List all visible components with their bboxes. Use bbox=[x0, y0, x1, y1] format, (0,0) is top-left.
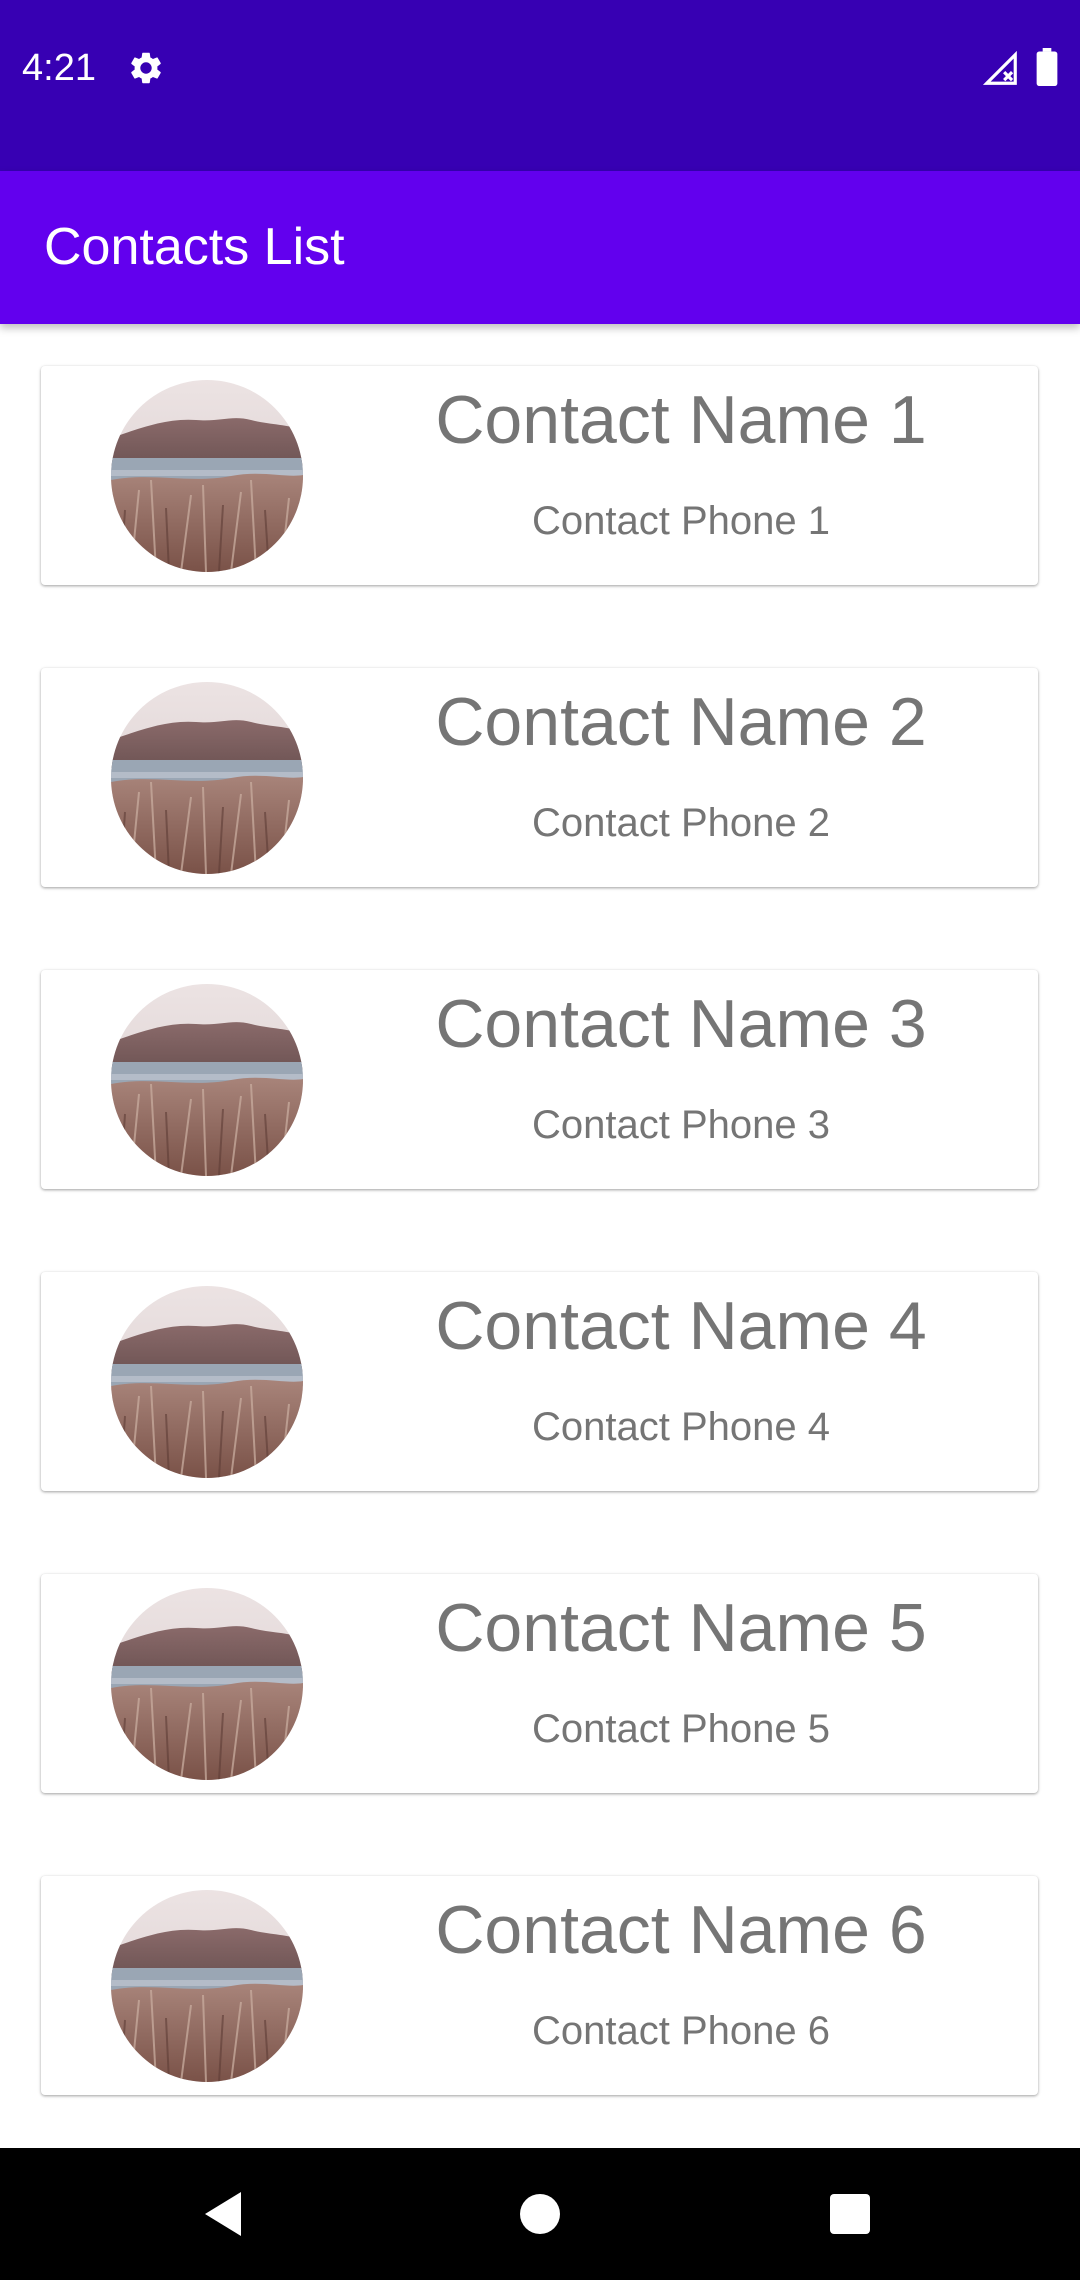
contact-avatar bbox=[111, 984, 303, 1176]
app-bar: Contacts List bbox=[0, 171, 1080, 324]
contact-card[interactable]: Contact Name 5 Contact Phone 5 bbox=[41, 1574, 1038, 1793]
contact-phone: Contact Phone 1 bbox=[532, 499, 830, 543]
recents-square-icon[interactable] bbox=[816, 2180, 884, 2248]
contact-phone: Contact Phone 2 bbox=[532, 801, 830, 845]
contact-phone: Contact Phone 6 bbox=[532, 2009, 830, 2053]
contact-avatar bbox=[111, 380, 303, 572]
contact-card[interactable]: Contact Name 6 Contact Phone 6 bbox=[41, 1876, 1038, 2095]
back-triangle-icon[interactable] bbox=[191, 2180, 259, 2248]
contact-name: Contact Name 5 bbox=[435, 1590, 927, 1666]
contact-card[interactable]: Contact Name 4 Contact Phone 4 bbox=[41, 1272, 1038, 1491]
contact-name: Contact Name 6 bbox=[435, 1892, 927, 1968]
home-circle-icon[interactable] bbox=[506, 2180, 574, 2248]
contact-avatar bbox=[111, 682, 303, 874]
contact-card[interactable]: Contact Name 3 Contact Phone 3 bbox=[41, 970, 1038, 1189]
contact-avatar bbox=[111, 1588, 303, 1780]
contact-phone: Contact Phone 5 bbox=[532, 1707, 830, 1751]
contact-name: Contact Name 4 bbox=[435, 1288, 927, 1364]
contact-card[interactable]: Contact Name 2 Contact Phone 2 bbox=[41, 668, 1038, 887]
contact-phone: Contact Phone 3 bbox=[532, 1103, 830, 1147]
status-time: 4:21 bbox=[22, 47, 96, 89]
contact-name: Contact Name 3 bbox=[435, 986, 927, 1062]
contact-name: Contact Name 2 bbox=[435, 684, 927, 760]
navigation-bar bbox=[0, 2148, 1080, 2280]
signal-off-icon bbox=[982, 50, 1017, 85]
contact-avatar bbox=[111, 1890, 303, 2082]
battery-full-icon bbox=[1036, 48, 1058, 86]
contact-name: Contact Name 1 bbox=[435, 382, 927, 458]
contacts-list[interactable]: Contact Name 1 Contact Phone 1 Contact N… bbox=[0, 324, 1080, 2148]
page-title: Contacts List bbox=[44, 218, 345, 276]
contact-phone: Contact Phone 4 bbox=[532, 1405, 830, 1449]
gear-icon bbox=[131, 52, 161, 84]
contact-card[interactable]: Contact Name 1 Contact Phone 1 bbox=[41, 366, 1038, 585]
status-bar: 4:21 bbox=[0, 0, 1080, 171]
contact-avatar bbox=[111, 1286, 303, 1478]
